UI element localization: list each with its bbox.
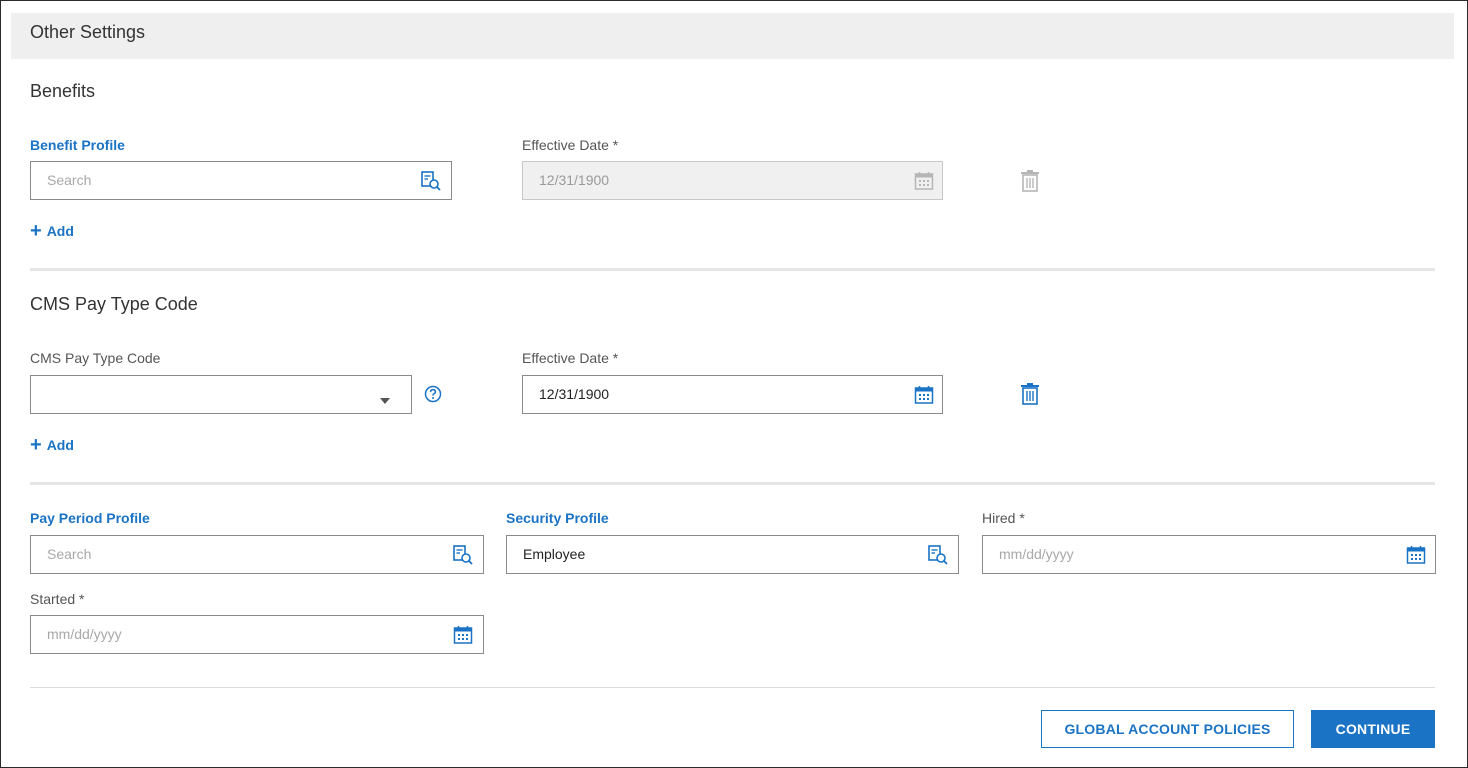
security-profile-value: Employee [523,546,586,562]
hired-date-input[interactable]: mm/dd/yyyy [982,535,1436,574]
started-date-input[interactable]: mm/dd/yyyy [30,615,484,654]
other-settings-panel: Other Settings Benefits Benefit Profile … [0,0,1468,768]
plus-icon: + [30,220,42,242]
benefit-effective-date-value: 12/31/1900 [539,172,610,188]
delete-cms-trash-icon[interactable] [1019,382,1041,406]
help-icon[interactable] [424,385,442,403]
calendar-icon [913,170,935,192]
pay-period-profile-search-input[interactable]: Search [30,535,484,574]
add-cms-pay-type-label: Add [46,437,74,453]
hired-date-placeholder: mm/dd/yyyy [999,546,1074,562]
cms-pay-type-code-label: CMS Pay Type Code [30,350,161,366]
delete-benefit-trash-icon [1019,169,1041,193]
benefit-profile-label[interactable]: Benefit Profile [30,137,125,153]
calendar-icon[interactable] [1405,544,1427,566]
global-account-policies-button[interactable]: GLOBAL ACCOUNT POLICIES [1041,710,1294,748]
lookup-icon[interactable] [420,170,442,192]
lookup-icon[interactable] [452,544,474,566]
footer-divider [30,687,1435,688]
add-benefit-label: Add [46,223,74,239]
continue-button[interactable]: CONTINUE [1311,710,1435,748]
chevron-down-icon[interactable] [379,392,391,404]
started-date-placeholder: mm/dd/yyyy [47,626,122,642]
add-cms-pay-type-link[interactable]: + Add [30,434,74,456]
pay-period-profile-label[interactable]: Pay Period Profile [30,510,150,526]
benefits-section-title: Benefits [30,81,96,101]
add-benefit-link[interactable]: + Add [30,220,74,242]
section-divider [30,482,1435,485]
section-divider [30,268,1435,271]
cms-effective-date-label: Effective Date * [522,350,619,366]
cms-effective-date-input[interactable]: 12/31/1900 [522,375,943,414]
calendar-icon[interactable] [452,624,474,646]
panel-header: Other Settings [11,13,1454,59]
cms-effective-date-value: 12/31/1900 [539,386,610,402]
cms-pay-type-code-select[interactable] [30,375,412,414]
benefit-profile-placeholder: Search [47,172,92,188]
security-profile-label[interactable]: Security Profile [506,510,609,526]
started-date-label: Started * [30,591,85,607]
benefit-profile-search-input[interactable]: Search [30,161,452,200]
plus-icon: + [30,434,42,456]
calendar-icon[interactable] [913,384,935,406]
lookup-icon[interactable] [927,544,949,566]
benefit-effective-date-input: 12/31/1900 [522,161,943,200]
hired-date-label: Hired * [982,510,1025,526]
security-profile-search-input[interactable]: Employee [506,535,959,574]
cms-section-title: CMS Pay Type Code [30,294,198,314]
pay-period-profile-placeholder: Search [47,546,92,562]
benefit-effective-date-label: Effective Date * [522,137,619,153]
panel-title: Other Settings [30,22,146,42]
